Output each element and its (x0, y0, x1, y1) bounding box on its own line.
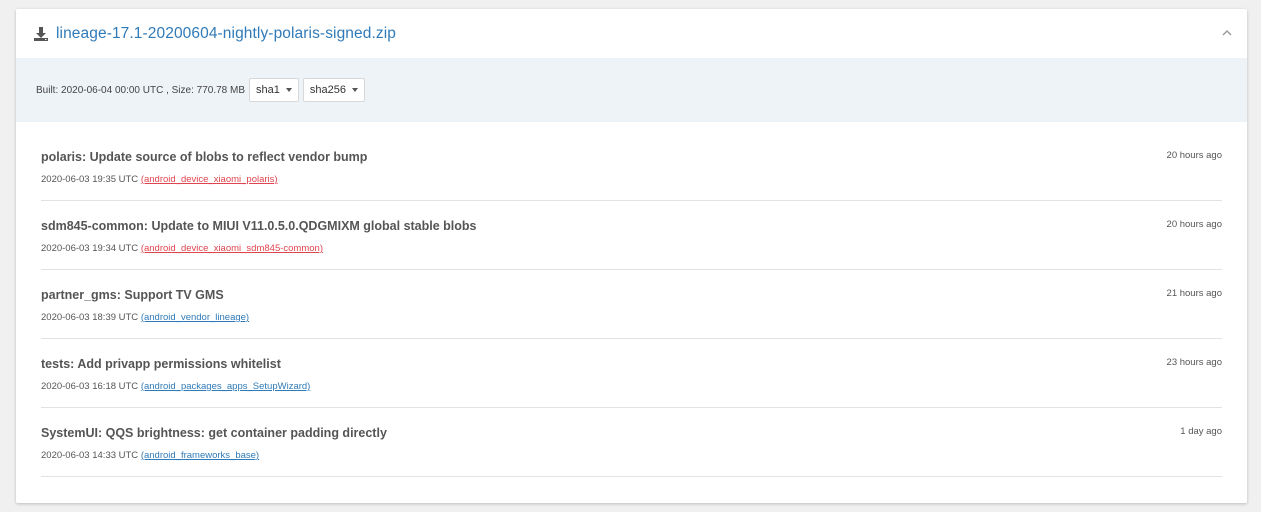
card-header[interactable]: lineage-17.1-20200604-nightly-polaris-si… (16, 9, 1247, 58)
change-item: SystemUI: QQS brightness: get container … (41, 408, 1222, 477)
change-title: polaris: Update source of blobs to refle… (41, 150, 368, 164)
build-card: lineage-17.1-20200604-nightly-polaris-si… (16, 9, 1247, 503)
change-title: sdm845-common: Update to MIUI V11.0.5.0.… (41, 219, 477, 233)
change-timestamp: 2020-06-03 18:39 UTC (41, 312, 139, 323)
caret-down-icon (351, 88, 358, 92)
change-meta: 2020-06-03 19:35 UTC (android_device_xia… (41, 174, 278, 185)
change-age: 23 hours ago (1166, 357, 1222, 368)
change-item: sdm845-common: Update to MIUI V11.0.5.0.… (41, 201, 1222, 270)
change-repo-link[interactable]: (android_device_xiaomi_polaris) (141, 174, 278, 185)
sha256-dropdown[interactable]: sha256 (302, 78, 365, 102)
change-timestamp: 2020-06-03 19:35 UTC (41, 174, 139, 185)
change-meta: 2020-06-03 19:34 UTC (android_device_xia… (41, 243, 323, 254)
change-meta: 2020-06-03 14:33 UTC (android_frameworks… (41, 450, 259, 461)
change-timestamp: 2020-06-03 16:18 UTC (41, 381, 139, 392)
change-title: partner_gms: Support TV GMS (41, 288, 224, 302)
build-info-text: Built: 2020-06-04 00:00 UTC , Size: 770.… (36, 84, 246, 96)
change-title: tests: Add privapp permissions whitelist (41, 357, 281, 371)
sha1-label: sha1 (256, 84, 280, 96)
change-item: polaris: Update source of blobs to refle… (41, 132, 1222, 201)
sha256-label: sha256 (309, 84, 346, 96)
change-list: polaris: Update source of blobs to refle… (16, 132, 1247, 477)
change-repo-link[interactable]: (android_device_xiaomi_sdm845-common) (141, 243, 323, 254)
build-meta-bar: Built: 2020-06-04 00:00 UTC , Size: 770.… (16, 58, 1247, 122)
file-download-link[interactable]: lineage-17.1-20200604-nightly-polaris-si… (56, 25, 396, 43)
change-timestamp: 2020-06-03 14:33 UTC (41, 450, 139, 461)
change-age: 21 hours ago (1166, 288, 1222, 299)
download-icon[interactable] (33, 26, 49, 42)
change-age: 20 hours ago (1166, 219, 1222, 230)
change-item: partner_gms: Support TV GMS 2020-06-03 1… (41, 270, 1222, 339)
change-meta: 2020-06-03 18:39 UTC (android_vendor_lin… (41, 312, 249, 323)
change-repo-link[interactable]: (android_frameworks_base) (141, 450, 259, 461)
change-age: 20 hours ago (1166, 150, 1222, 161)
change-item: tests: Add privapp permissions whitelist… (41, 339, 1222, 408)
change-title: SystemUI: QQS brightness: get container … (41, 426, 387, 440)
change-timestamp: 2020-06-03 19:34 UTC (41, 243, 139, 254)
caret-down-icon (285, 88, 292, 92)
chevron-up-icon[interactable] (1221, 27, 1233, 39)
change-age: 1 day ago (1180, 426, 1222, 437)
change-repo-link[interactable]: (android_packages_apps_SetupWizard) (141, 381, 311, 392)
sha1-dropdown[interactable]: sha1 (249, 78, 299, 102)
change-repo-link[interactable]: (android_vendor_lineage) (141, 312, 249, 323)
change-meta: 2020-06-03 16:18 UTC (android_packages_a… (41, 381, 310, 392)
